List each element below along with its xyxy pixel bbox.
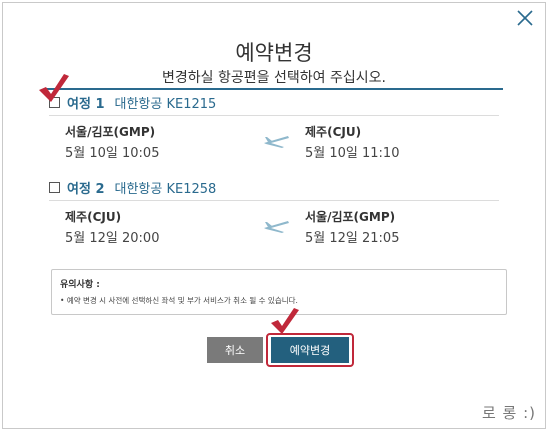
close-button[interactable]: [515, 8, 535, 28]
segment-1-arrival-airport: 제주(CJU): [305, 125, 362, 139]
reservation-change-modal: 예약변경 변경하실 항공편을 선택하여 주십시오. 여정 1 대한항공 KE12…: [2, 2, 546, 429]
bullet: •: [60, 296, 67, 305]
check-mark-icon: [271, 308, 299, 334]
segment-2-label: 여정 2: [67, 181, 105, 197]
segment-2-departure-airport: 제주(CJU): [65, 210, 122, 224]
segment-2-arrival-datetime: 5월 12일 21:05: [305, 231, 400, 246]
segment-2-checkbox[interactable]: [49, 181, 60, 193]
segment-1-header: 여정 1 대한항공 KE1215: [49, 93, 217, 112]
segment-2-departure-datetime: 5월 12일 20:00: [65, 231, 160, 246]
plane-icon: [264, 136, 289, 148]
plane-icon: [264, 221, 289, 233]
change-reservation-button[interactable]: 예약변경: [271, 337, 349, 363]
segment-1-divider: [49, 115, 499, 116]
notice-item: • 예약 변경 시 사전에 선택하신 좌석 및 부가 서비스가 취소 될 수 있…: [60, 295, 498, 306]
check-mark-icon: [39, 74, 69, 102]
segment-1-departure-airport: 서울/김포(GMP): [65, 125, 156, 139]
footer-text: 로 롱 :): [481, 404, 536, 422]
segment-1-departure-datetime: 5월 10일 10:05: [65, 146, 160, 161]
segment-2-header: 여정 2 대한항공 KE1258: [49, 178, 217, 197]
notice-title: 유의사항 :: [60, 280, 100, 290]
segment-1-arrival-datetime: 5월 10일 11:10: [305, 146, 400, 161]
header-divider: [45, 88, 503, 90]
segment-2-divider: [49, 200, 499, 201]
modal-subtitle: 변경하실 항공편을 선택하여 주십시오.: [162, 70, 386, 86]
segment-2-arrival-airport: 서울/김포(GMP): [305, 210, 396, 224]
modal-title: 예약변경: [235, 41, 313, 65]
notice-item-text: 예약 변경 시 사전에 선택하신 좌석 및 부가 서비스가 취소 될 수 있습니…: [66, 296, 298, 305]
close-icon: [517, 10, 533, 26]
segment-1-label: 여정 1: [67, 96, 105, 112]
segment-1-flight: 대한항공 KE1215: [114, 96, 217, 112]
cancel-button[interactable]: 취소: [207, 337, 263, 363]
segment-2-flight: 대한항공 KE1258: [114, 181, 217, 197]
